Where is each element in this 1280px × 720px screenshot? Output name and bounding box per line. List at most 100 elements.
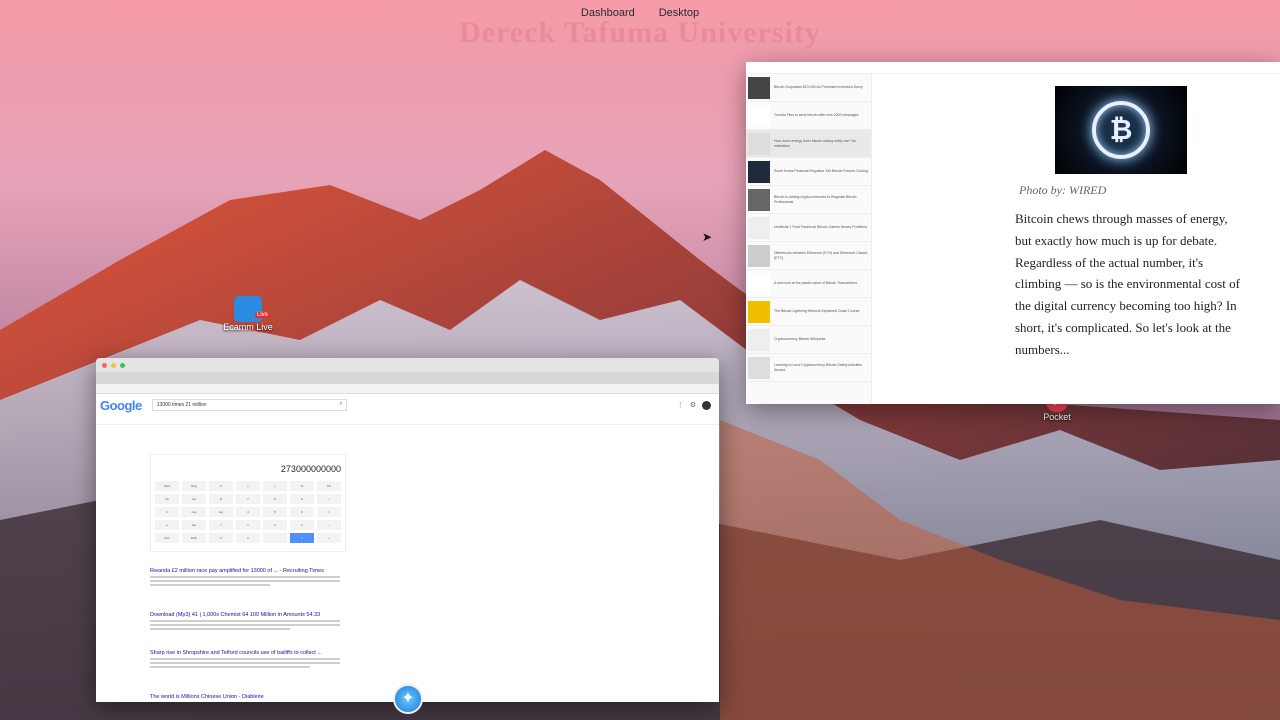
avatar[interactable] bbox=[702, 400, 711, 410]
zoom-window-icon[interactable] bbox=[120, 362, 125, 368]
calculator-key[interactable]: AC bbox=[317, 481, 341, 491]
article-list-title: Bitcoin Surpasses $13,000 As Prominent I… bbox=[774, 85, 863, 89]
result-stats bbox=[96, 425, 719, 433]
watermark-text: Dereck Tafuma University bbox=[459, 16, 821, 49]
article-list-title: Cryptocurrency Bitcoin Wikipedia bbox=[774, 337, 826, 341]
article-list-item[interactable]: South Korea Financial Regulator Set Bitc… bbox=[746, 158, 871, 186]
article-thumbnail bbox=[748, 132, 770, 155]
calculator-key[interactable]: √ bbox=[209, 520, 233, 530]
calculator-display: 273000000000 bbox=[280, 464, 341, 474]
calculator-key[interactable]: tan bbox=[182, 520, 206, 530]
address-bar[interactable] bbox=[96, 384, 719, 394]
dock-safari-compass-icon[interactable]: ✦ bbox=[393, 684, 423, 714]
calculator-key[interactable]: EXP bbox=[182, 533, 206, 543]
calculator-key[interactable]: log bbox=[209, 507, 233, 517]
reader-toolbar[interactable] bbox=[746, 62, 1280, 74]
browser-window[interactable]: Google 13000 times 21 million ⌕ ⋮ ⚙ 2730… bbox=[96, 358, 719, 702]
google-header: Google 13000 times 21 million ⌕ ⋮ ⚙ bbox=[96, 394, 719, 416]
apps-grid-icon[interactable]: ⋮ bbox=[677, 401, 684, 410]
calculator-key[interactable]: 9 bbox=[290, 494, 314, 504]
mouse-cursor-icon: ➤ bbox=[702, 230, 713, 244]
desktop-icon-ecamm-live[interactable]: Live Ecamm Live bbox=[218, 296, 278, 332]
calculator-key[interactable]: 7 bbox=[236, 494, 260, 504]
browser-tabs[interactable] bbox=[96, 372, 719, 384]
calculator-key[interactable]: ) bbox=[263, 481, 287, 491]
calculator-key[interactable]: 1 bbox=[236, 520, 260, 530]
calculator-key[interactable]: ln bbox=[209, 494, 233, 504]
google-search-tabs[interactable] bbox=[96, 416, 719, 425]
article-list-title: The Bitcoin Lightning Network Explained … bbox=[774, 309, 860, 313]
calculator-key[interactable]: × bbox=[317, 507, 341, 517]
article-image: ₿ bbox=[1055, 86, 1187, 174]
reader-app-window[interactable]: Bitcoin Surpasses $13,000 As Prominent I… bbox=[746, 62, 1280, 404]
image-caption: Photo by: WIRED bbox=[1019, 183, 1107, 197]
browser-titlebar[interactable] bbox=[96, 358, 719, 372]
calculator-key[interactable]: ÷ bbox=[317, 494, 341, 504]
calculator-key[interactable]: − bbox=[317, 520, 341, 530]
article-body: Bitcoin chews through masses of energy, … bbox=[1015, 211, 1240, 357]
calculator-key[interactable]: . bbox=[263, 533, 287, 543]
calculator-key[interactable]: 8 bbox=[263, 494, 287, 504]
calculator-key[interactable]: sin bbox=[182, 494, 206, 504]
article-list-title: Toronto Files to send bitcoin after loss… bbox=[774, 113, 859, 117]
article-list-item[interactable]: Cryptocurrency Bitcoin Wikipedia bbox=[746, 326, 871, 354]
desktop-icon-label: Ecamm Live bbox=[223, 322, 273, 332]
article-thumbnail bbox=[748, 328, 770, 351]
article-list-item[interactable]: Differences between Ethereum (ETH) and E… bbox=[746, 242, 871, 270]
article-list-item[interactable]: A new look at the plastic value of Bitco… bbox=[746, 270, 871, 298]
calculator-key[interactable]: 0 bbox=[236, 533, 260, 543]
article-list-item[interactable]: Unofficial 1 Final Facebook Bitcoin Game… bbox=[746, 214, 871, 242]
article-thumbnail bbox=[748, 216, 770, 239]
article-list-item[interactable]: The Bitcoin Lightning Network Explained … bbox=[746, 298, 871, 326]
minimize-window-icon[interactable] bbox=[111, 362, 116, 368]
calculator-key[interactable]: = bbox=[290, 533, 314, 543]
calculator-key[interactable]: 4 bbox=[236, 507, 260, 517]
article-thumbnail bbox=[748, 272, 770, 295]
close-window-icon[interactable] bbox=[102, 362, 107, 368]
article-list-title: South Korea Financial Regulator Set Bitc… bbox=[774, 169, 868, 173]
article-list-title: Unofficial 1 Final Facebook Bitcoin Game… bbox=[774, 225, 868, 229]
settings-gear-icon[interactable]: ⚙ bbox=[690, 401, 696, 410]
calculator-key[interactable]: 5 bbox=[263, 507, 287, 517]
calculator-key[interactable]: 6 bbox=[290, 507, 314, 517]
calculator-key[interactable]: π bbox=[155, 507, 179, 517]
search-query-text: 13000 times 21 million bbox=[156, 402, 207, 408]
article-list-title: Learning to Lend Cryptocurrency Bitcoin … bbox=[774, 362, 862, 372]
calculator-key[interactable]: Ans bbox=[155, 533, 179, 543]
article-list-item[interactable]: How much energy does bitcoin mining real… bbox=[746, 130, 871, 158]
calculator-key[interactable]: % bbox=[290, 481, 314, 491]
google-logo[interactable]: Google bbox=[100, 398, 142, 413]
camera-icon: Live bbox=[234, 296, 270, 322]
calculator-key[interactable]: Inv bbox=[155, 494, 179, 504]
calculator-key[interactable]: ( bbox=[236, 481, 260, 491]
search-result[interactable]: Sharp rise in Shropshire and Telford cou… bbox=[150, 650, 350, 670]
search-icon[interactable]: ⌕ bbox=[339, 401, 342, 408]
search-result-title[interactable]: Rwanda £2 million race pay amplified for… bbox=[150, 568, 350, 574]
article-list-title: A new look at the plastic value of Bitco… bbox=[774, 281, 858, 285]
calculator-key[interactable]: xʸ bbox=[209, 533, 233, 543]
search-result[interactable]: Rwanda £2 million race pay amplified for… bbox=[150, 568, 350, 588]
article-thumbnail bbox=[748, 188, 770, 211]
article-list-item[interactable]: Toronto Files to send bitcoin after loss… bbox=[746, 102, 871, 130]
article-list-item[interactable]: Bitcoin is adding cryptocurrencies to Re… bbox=[746, 186, 871, 214]
article-list: Bitcoin Surpasses $13,000 As Prominent I… bbox=[746, 74, 872, 404]
article-list-item[interactable]: Learning to Lend Cryptocurrency Bitcoin … bbox=[746, 354, 871, 382]
calculator-key[interactable]: 2 bbox=[263, 520, 287, 530]
article-list-item[interactable]: Bitcoin Surpasses $13,000 As Prominent I… bbox=[746, 74, 871, 102]
search-result[interactable]: The world is Millions Chinese Union - Di… bbox=[150, 694, 350, 701]
calculator-key[interactable]: Deg bbox=[182, 481, 206, 491]
article-thumbnail bbox=[748, 76, 770, 99]
search-result-title[interactable]: Download (Mp3) 41 | 1,000x Chemist 64 10… bbox=[150, 612, 350, 618]
calculator-key[interactable]: x! bbox=[209, 481, 233, 491]
calculator-key[interactable]: Rad bbox=[155, 481, 179, 491]
calculator-key[interactable]: cos bbox=[182, 507, 206, 517]
calculator-key[interactable]: e bbox=[155, 520, 179, 530]
calculator-key[interactable]: 3 bbox=[290, 520, 314, 530]
search-input[interactable]: 13000 times 21 million ⌕ bbox=[151, 399, 347, 411]
search-result-title[interactable]: Sharp rise in Shropshire and Telford cou… bbox=[150, 650, 350, 656]
search-result[interactable]: Download (Mp3) 41 | 1,000x Chemist 64 10… bbox=[150, 612, 350, 632]
calculator-key[interactable]: + bbox=[317, 533, 341, 543]
article-list-title: Differences between Ethereum (ETH) and E… bbox=[774, 250, 868, 260]
article-thumbnail bbox=[748, 356, 770, 379]
search-result-title[interactable]: The world is Millions Chinese Union - Di… bbox=[150, 694, 350, 700]
